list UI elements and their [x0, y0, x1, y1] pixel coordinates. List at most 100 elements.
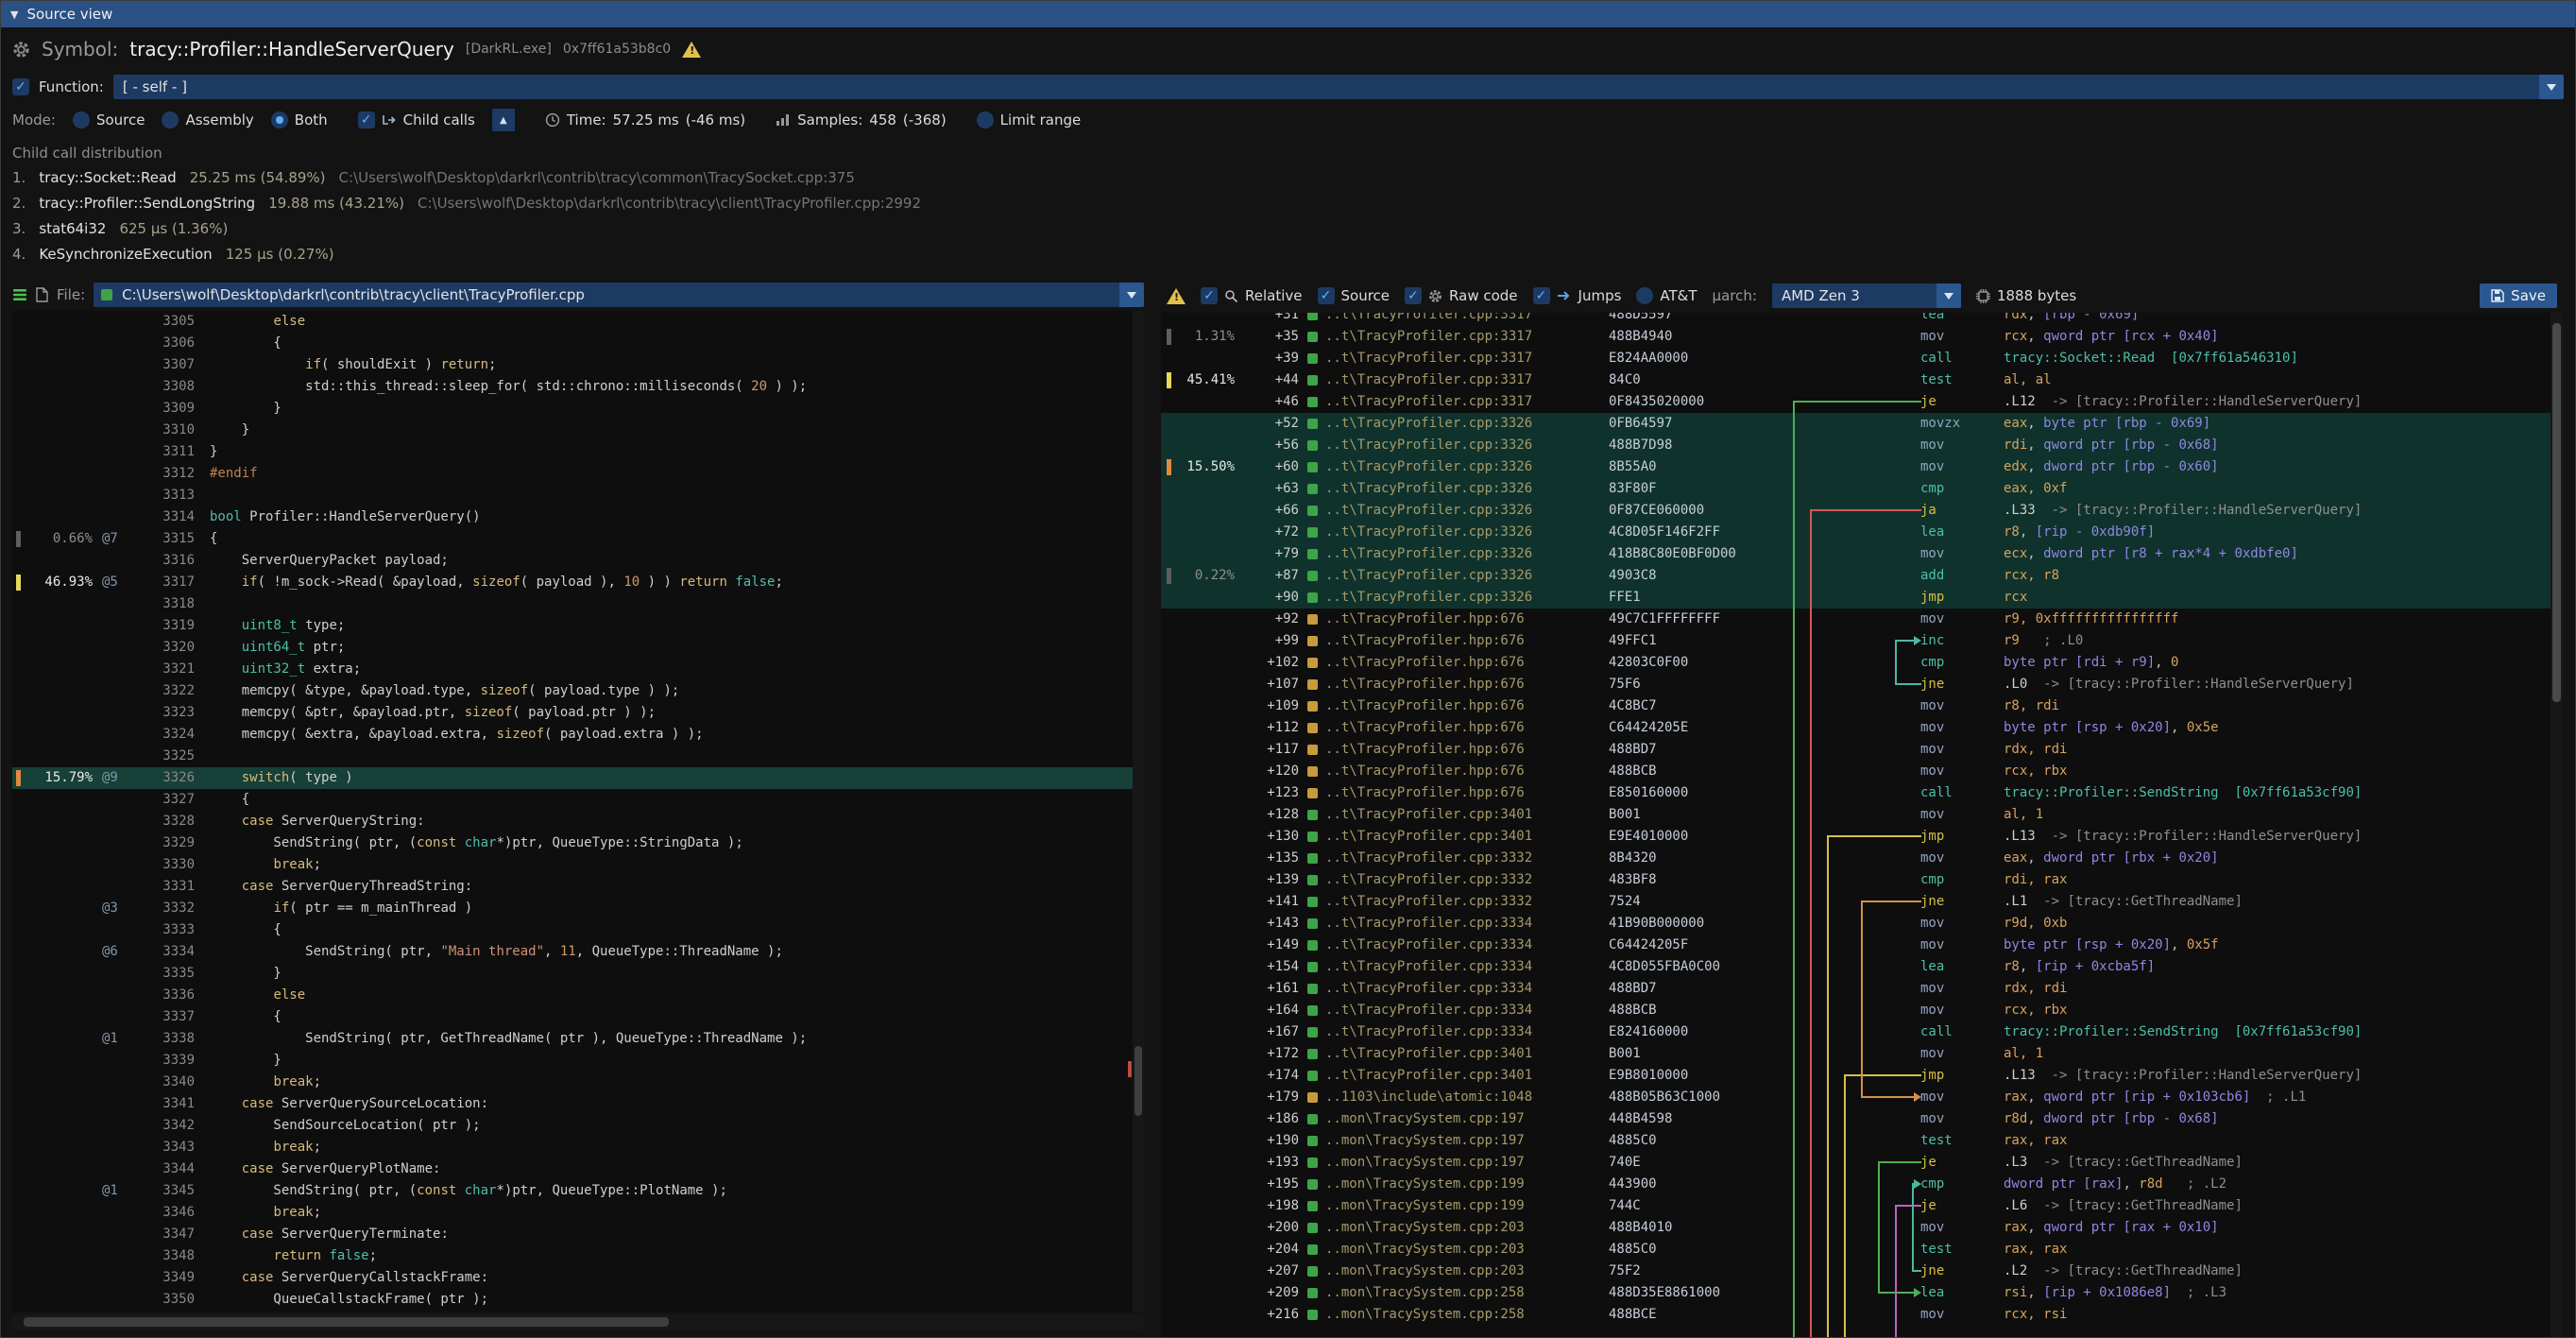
child-call-entry[interactable]: 2.tracy::Profiler::SendLongString19.88 m…: [12, 191, 2564, 216]
radio-icon[interactable]: [271, 112, 288, 129]
att-radio[interactable]: [1636, 287, 1653, 304]
asm-row[interactable]: +193..mon\TracySystem.cpp:197740Eje.L3 -…: [1161, 1152, 2563, 1174]
source-line[interactable]: 3348 return false;: [12, 1245, 1144, 1267]
asm-row[interactable]: +143..t\TracyProfiler.cpp:333441B90B0000…: [1161, 913, 2563, 935]
radio-icon[interactable]: [162, 112, 179, 129]
source-line[interactable]: @33332 if( ptr == m_mainThread ): [12, 898, 1144, 919]
source-line[interactable]: 3341 case ServerQuerySourceLocation:: [12, 1093, 1144, 1115]
raw-code-checkbox[interactable]: ✓: [1405, 287, 1422, 304]
function-combo[interactable]: [ - self - ]: [113, 75, 2564, 99]
source-line[interactable]: 3331 case ServerQueryThreadString:: [12, 876, 1144, 898]
asm-row[interactable]: +72..t\TracyProfiler.cpp:33264C8D05F146F…: [1161, 522, 2563, 543]
asm-row[interactable]: +120..t\TracyProfiler.hpp:676488BCBmovrc…: [1161, 761, 2563, 782]
raw-code-toggle[interactable]: ✓ Raw code: [1405, 287, 1518, 304]
asm-row[interactable]: +128..t\TracyProfiler.cpp:3401B001moval,…: [1161, 804, 2563, 826]
source-line[interactable]: 0.66%@73315{: [12, 528, 1144, 550]
source-line[interactable]: 3350 QueueCallstackFrame( ptr );: [12, 1289, 1144, 1311]
uarch-combo[interactable]: AMD Zen 3: [1772, 283, 1961, 308]
child-call-entry[interactable]: 4.KeSynchronizeExecution125 µs (0.27%): [12, 242, 2564, 267]
source-line[interactable]: 3311}: [12, 441, 1144, 463]
asm-row[interactable]: +179..1103\include\atomic:1048488B05B63C…: [1161, 1087, 2563, 1108]
propagate-inlines-button[interactable]: ▲: [492, 109, 515, 131]
child-call-entry[interactable]: 3.stat64i32625 µs (1.36%): [12, 216, 2564, 242]
asm-row[interactable]: +130..t\TracyProfiler.cpp:3401E9E4010000…: [1161, 826, 2563, 848]
source-line[interactable]: 3312#endif: [12, 463, 1144, 485]
asm-row[interactable]: +216..mon\TracySystem.cpp:258488BCEmovrc…: [1161, 1304, 2563, 1326]
function-checkbox[interactable]: ✓: [12, 78, 29, 95]
source-line[interactable]: 3306 {: [12, 333, 1144, 354]
source-line[interactable]: @13345 SendString( ptr, (const char*)ptr…: [12, 1180, 1144, 1202]
source-line[interactable]: 3346 break;: [12, 1202, 1144, 1224]
mode-radio-both[interactable]: Both: [271, 112, 328, 129]
asm-row[interactable]: +198..mon\TracySystem.cpp:199744Cje.L6 -…: [1161, 1195, 2563, 1217]
source-line[interactable]: @63334 SendString( ptr, "Main thread", 1…: [12, 941, 1144, 963]
source-line[interactable]: 3339 }: [12, 1050, 1144, 1072]
source-line[interactable]: 3321 uint32_t extra;: [12, 659, 1144, 680]
chevron-down-icon[interactable]: [1119, 283, 1144, 307]
assembly-vertical-scrollbar-thumb[interactable]: [2552, 323, 2561, 702]
source-line[interactable]: 3349 case ServerQueryCallstackFrame:: [12, 1267, 1144, 1289]
collapse-icon[interactable]: ▼: [10, 9, 18, 21]
att-toggle[interactable]: AT&T: [1636, 287, 1697, 304]
asm-row[interactable]: +195..mon\TracySystem.cpp:199443900cmpdw…: [1161, 1174, 2563, 1195]
source-line[interactable]: 3333 {: [12, 919, 1144, 941]
jumps-toggle[interactable]: ✓ Jumps: [1533, 287, 1622, 304]
chevron-down-icon[interactable]: [2539, 75, 2564, 99]
asm-row[interactable]: 45.41%+44..t\TracyProfiler.cpp:331784C0t…: [1161, 369, 2563, 391]
source-toggle[interactable]: ✓ Source: [1318, 287, 1390, 304]
source-code-view[interactable]: 3305 else3306 {3307 if( shouldExit ) ret…: [12, 311, 1144, 1312]
source-line[interactable]: 3308 std::this_thread::sleep_for( std::c…: [12, 376, 1144, 398]
asm-row[interactable]: +200..mon\TracySystem.cpp:203488B4010mov…: [1161, 1217, 2563, 1239]
asm-row[interactable]: +123..t\TracyProfiler.hpp:676E850160000c…: [1161, 782, 2563, 804]
asm-row[interactable]: +112..t\TracyProfiler.hpp:676C64424205Em…: [1161, 717, 2563, 739]
source-line[interactable]: 3318: [12, 593, 1144, 615]
source-line[interactable]: 46.93%@53317 if( !m_sock->Read( &payload…: [12, 572, 1144, 593]
source-line[interactable]: 3347 case ServerQueryTerminate:: [12, 1224, 1144, 1245]
relative-checkbox[interactable]: ✓: [1201, 287, 1218, 304]
asm-row[interactable]: +46..t\TracyProfiler.cpp:33170F843502000…: [1161, 391, 2563, 413]
jumps-checkbox[interactable]: ✓: [1533, 287, 1550, 304]
source-line[interactable]: 3320 uint64_t ptr;: [12, 637, 1144, 659]
assembly-view[interactable]: +31..t\TracyProfiler.cpp:3317488D5597lea…: [1161, 313, 2563, 1337]
titlebar[interactable]: ▼ Source view: [1, 1, 2575, 27]
source-horizontal-scrollbar-thumb[interactable]: [24, 1317, 669, 1327]
source-line[interactable]: 3309 }: [12, 398, 1144, 420]
asm-row[interactable]: +139..t\TracyProfiler.cpp:3332483BF8cmpr…: [1161, 869, 2563, 891]
source-line[interactable]: 3335 }: [12, 963, 1144, 985]
source-vertical-scrollbar-thumb[interactable]: [1134, 1046, 1142, 1116]
asm-row[interactable]: +172..t\TracyProfiler.cpp:3401B001moval,…: [1161, 1043, 2563, 1065]
source-line[interactable]: 15.79%@93326 switch( type ): [12, 767, 1144, 789]
mode-radio-assembly[interactable]: Assembly: [162, 112, 253, 129]
source-line[interactable]: 3329 SendString( ptr, (const char*)ptr, …: [12, 832, 1144, 854]
source-line[interactable]: 3324 memcpy( &extra, &payload.extra, siz…: [12, 724, 1144, 746]
asm-row[interactable]: +92..t\TracyProfiler.hpp:67649C7C1FFFFFF…: [1161, 609, 2563, 630]
asm-row[interactable]: +207..mon\TracySystem.cpp:20375F2jne.L2 …: [1161, 1261, 2563, 1282]
asm-row[interactable]: +66..t\TracyProfiler.cpp:33260F87CE06000…: [1161, 500, 2563, 522]
source-line[interactable]: 3337 {: [12, 1006, 1144, 1028]
asm-row[interactable]: +135..t\TracyProfiler.cpp:33328B4320move…: [1161, 848, 2563, 869]
asm-row[interactable]: +186..mon\TracySystem.cpp:197448B4598mov…: [1161, 1108, 2563, 1130]
source-checkbox[interactable]: ✓: [1318, 287, 1335, 304]
asm-row[interactable]: +174..t\TracyProfiler.cpp:3401E9B8010000…: [1161, 1065, 2563, 1087]
asm-row[interactable]: +190..mon\TracySystem.cpp:1974885C0testr…: [1161, 1130, 2563, 1152]
source-line[interactable]: 3327 {: [12, 789, 1144, 811]
child-calls-toggle[interactable]: ✓ Child calls: [358, 112, 475, 129]
source-line[interactable]: 3330 break;: [12, 854, 1144, 876]
source-line[interactable]: 3319 uint8_t type;: [12, 615, 1144, 637]
source-line[interactable]: 3336 else: [12, 985, 1144, 1006]
source-line[interactable]: 3305 else: [12, 311, 1144, 333]
radio-icon[interactable]: [73, 112, 90, 129]
limit-range-toggle[interactable]: Limit range: [977, 112, 1082, 129]
asm-row[interactable]: +99..t\TracyProfiler.hpp:67649FFC1incr9 …: [1161, 630, 2563, 652]
asm-row[interactable]: +31..t\TracyProfiler.cpp:3317488D5597lea…: [1161, 313, 2563, 326]
asm-row[interactable]: +39..t\TracyProfiler.cpp:3317E824AA0000c…: [1161, 348, 2563, 369]
source-line[interactable]: 3313: [12, 485, 1144, 506]
asm-row[interactable]: +109..t\TracyProfiler.hpp:6764C8BC7movr8…: [1161, 695, 2563, 717]
child-call-entry[interactable]: 1.tracy::Socket::Read25.25 ms (54.89%)C:…: [12, 165, 2564, 191]
asm-row[interactable]: +90..t\TracyProfiler.cpp:3326FFE1jmprcx: [1161, 587, 2563, 609]
asm-row[interactable]: 15.50%+60..t\TracyProfiler.cpp:33268B55A…: [1161, 456, 2563, 478]
asm-row[interactable]: +154..t\TracyProfiler.cpp:33344C8D055FBA…: [1161, 956, 2563, 978]
mode-radio-source[interactable]: Source: [73, 112, 145, 129]
asm-row[interactable]: +63..t\TracyProfiler.cpp:332683F80Fcmpea…: [1161, 478, 2563, 500]
source-line[interactable]: @13338 SendString( ptr, GetThreadName( p…: [12, 1028, 1144, 1050]
